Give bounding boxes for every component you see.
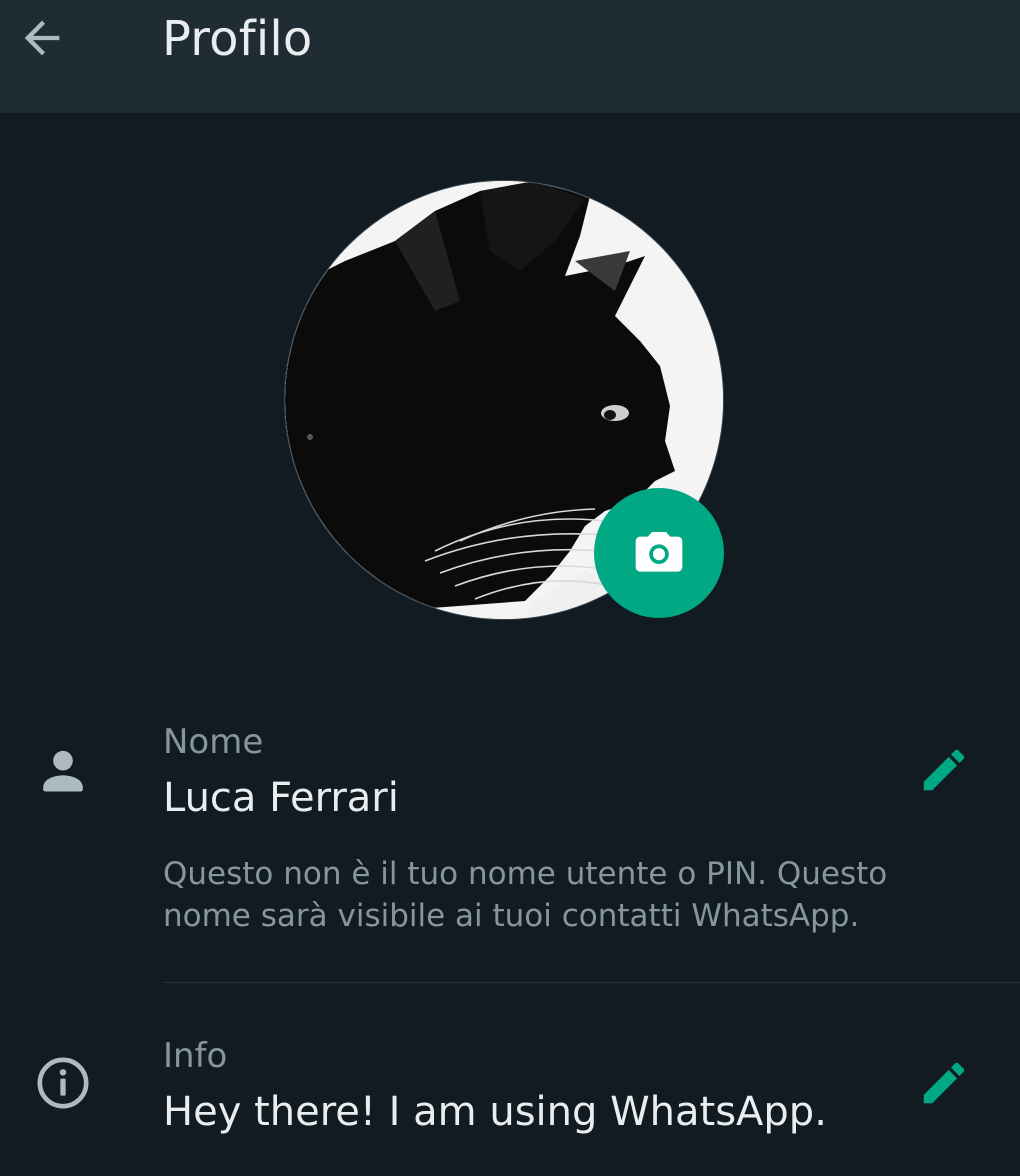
info-label: Info bbox=[163, 1036, 228, 1076]
info-icon bbox=[33, 1053, 93, 1113]
profile-photo-area bbox=[284, 180, 724, 620]
pencil-icon bbox=[923, 749, 965, 791]
name-value: Luca Ferrari bbox=[163, 775, 399, 821]
pencil-icon bbox=[923, 1062, 965, 1104]
back-button[interactable] bbox=[14, 10, 70, 66]
name-label: Nome bbox=[163, 722, 264, 762]
top-app-bar: Profilo bbox=[0, 0, 1020, 113]
info-value: Hey there! I am using WhatsApp. bbox=[163, 1089, 827, 1135]
arrow-back-icon bbox=[24, 20, 60, 56]
section-divider bbox=[163, 982, 1020, 983]
person-icon bbox=[33, 740, 93, 800]
camera-icon bbox=[635, 532, 683, 572]
edit-info-button[interactable] bbox=[914, 1053, 974, 1113]
change-photo-button[interactable] bbox=[594, 488, 724, 618]
name-hint: Questo non è il tuo nome utente o PIN. Q… bbox=[163, 856, 888, 934]
page-title: Profilo bbox=[162, 11, 313, 67]
edit-name-button[interactable] bbox=[914, 740, 974, 800]
